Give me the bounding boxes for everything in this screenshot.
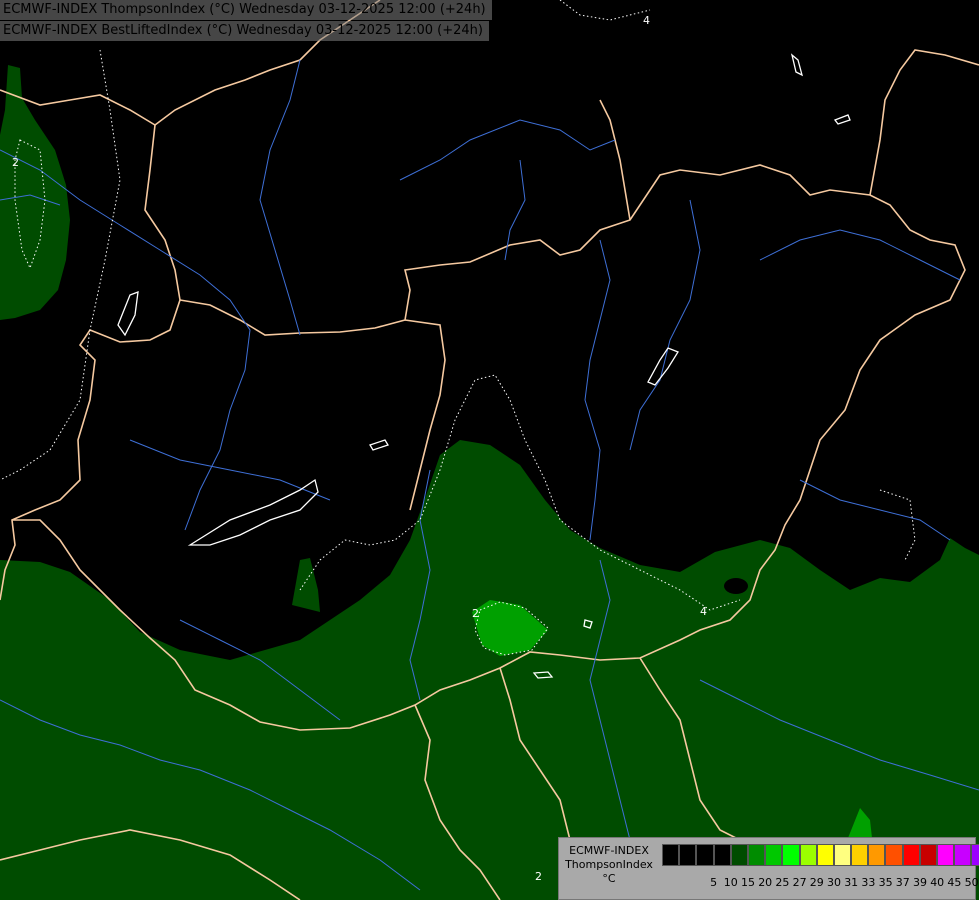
legend-tick-label: 25 bbox=[775, 876, 790, 889]
contour-label: 4 bbox=[700, 605, 707, 618]
legend-unit-label: °C bbox=[602, 872, 616, 885]
legend-swatch bbox=[816, 844, 834, 866]
legend-swatch bbox=[799, 844, 817, 866]
legend-tick-label: 30 bbox=[827, 876, 841, 889]
legend-swatch bbox=[747, 844, 766, 866]
legend-tick-label: 39 bbox=[913, 876, 927, 889]
color-legend: ECMWF-INDEX ThompsonIndex °C 5 10 15 20 25 27… bbox=[558, 837, 979, 900]
legend-swatch bbox=[937, 844, 955, 866]
map-title-line-1: ECMWF-INDEX ThompsonIndex (°C) Wednesday… bbox=[0, 0, 492, 20]
legend-tick-label: 50 bbox=[964, 876, 979, 889]
legend-swatch bbox=[679, 844, 697, 866]
weather-map: 2 4 2 4 2 bbox=[0, 0, 979, 900]
black-hole-patch bbox=[724, 578, 748, 594]
legend-swatch bbox=[919, 844, 937, 866]
contour-label: 2 bbox=[535, 870, 542, 883]
contour-label: 2 bbox=[472, 607, 479, 620]
legend-tick-label: 33 bbox=[861, 876, 876, 889]
legend-swatch bbox=[782, 844, 800, 866]
legend-tick-label: 15 bbox=[741, 876, 755, 889]
legend-tick-label: 10 bbox=[723, 876, 738, 889]
contour-label: 4 bbox=[643, 14, 650, 27]
legend-index-label: ThompsonIndex bbox=[565, 858, 653, 871]
legend-swatch bbox=[954, 844, 972, 866]
legend-swatch bbox=[765, 844, 783, 866]
map-title-line-2: ECMWF-INDEX BestLiftedIndex (°C) Wednesd… bbox=[0, 21, 489, 41]
legend-swatches bbox=[662, 844, 979, 866]
legend-model-label: ECMWF-INDEX bbox=[569, 844, 649, 857]
legend-swatch bbox=[902, 844, 920, 866]
legend-tick-label: 37 bbox=[895, 876, 910, 889]
legend-tick-label: 40 bbox=[930, 876, 945, 889]
legend-swatch bbox=[730, 844, 748, 866]
legend-tick-label: 29 bbox=[809, 876, 824, 889]
legend-tick-label: 45 bbox=[947, 876, 962, 889]
legend-swatch bbox=[851, 844, 869, 866]
legend-swatch bbox=[696, 844, 714, 866]
legend-swatch bbox=[833, 844, 852, 866]
legend-tick-label: 27 bbox=[792, 876, 807, 889]
legend-swatch bbox=[662, 844, 680, 866]
legend-ticks: 51015202527293031333537394045505560 bbox=[662, 876, 979, 890]
legend-tick-label: 35 bbox=[878, 876, 893, 889]
legend-tick-label: 20 bbox=[758, 876, 773, 889]
legend-swatch bbox=[713, 844, 731, 866]
legend-tick-label: 31 bbox=[844, 876, 859, 889]
legend-tick-label: 5 bbox=[710, 876, 718, 889]
contour-label: 2 bbox=[12, 156, 19, 169]
legend-swatch bbox=[885, 844, 903, 866]
legend-title: ECMWF-INDEX ThompsonIndex °C bbox=[561, 844, 657, 886]
legend-swatch bbox=[868, 844, 886, 866]
legend-swatch bbox=[971, 844, 979, 866]
